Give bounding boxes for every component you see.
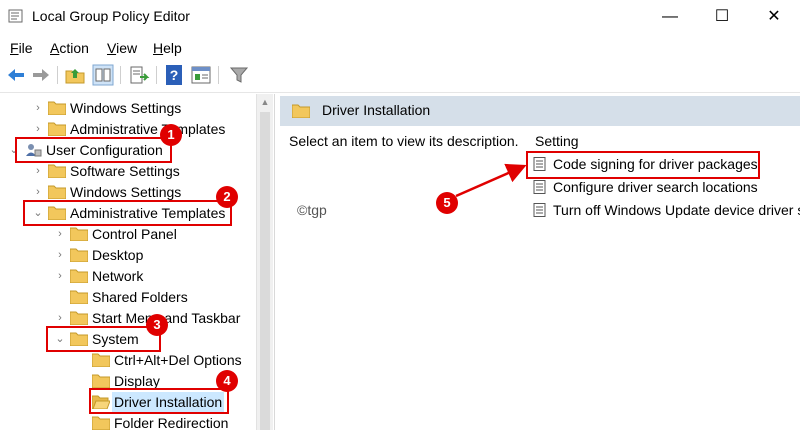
tree-node-label: Software Settings (70, 163, 180, 179)
folder-icon (92, 374, 110, 388)
toolbar-border (0, 92, 800, 93)
tree-node-label: Network (92, 268, 144, 284)
show-hide-tree-icon[interactable] (92, 64, 114, 86)
folder-icon (48, 122, 66, 136)
menu-file[interactable]: File (10, 40, 33, 56)
highlight-box-administrative-templates (23, 200, 232, 226)
chevron-right-icon[interactable]: › (32, 161, 44, 181)
folder-icon (48, 185, 66, 199)
folder-icon (70, 311, 88, 325)
chevron-right-icon[interactable]: › (32, 98, 44, 118)
folder-icon (92, 353, 110, 367)
step-badge-4: 4 (216, 370, 238, 392)
pane-splitter[interactable] (274, 94, 279, 430)
window-title: Local Group Policy Editor (32, 8, 190, 24)
highlight-box-driver-installation (89, 388, 229, 414)
folder-icon (70, 227, 88, 241)
details-header: Driver Installation (280, 96, 800, 126)
folder-icon (70, 269, 88, 283)
toolbar-separator (218, 66, 219, 84)
tree-node-label: Shared Folders (92, 289, 188, 305)
folder-icon (92, 416, 110, 430)
setting-label: Configure driver search locations (553, 179, 758, 195)
step-badge-2: 2 (216, 186, 238, 208)
maximize-button[interactable]: ☐ (696, 0, 748, 34)
highlight-box-code-signing (526, 151, 760, 179)
policy-setting-icon (533, 203, 546, 217)
step-badge-5: 5 (436, 192, 458, 214)
menu-bar: File Action View Help (0, 36, 800, 60)
chevron-right-icon[interactable]: › (54, 245, 66, 265)
folder-icon (48, 101, 66, 115)
folder-icon (48, 164, 66, 178)
filter-icon[interactable] (228, 64, 250, 86)
chevron-right-icon[interactable]: › (54, 308, 66, 328)
tree-node-label: Windows Settings (70, 100, 182, 116)
folder-icon (70, 290, 88, 304)
title-bar: Local Group Policy Editor — ☐ ✕ (0, 0, 800, 34)
tree-node-label: Desktop (92, 247, 144, 263)
step-badge-1: 1 (160, 124, 182, 146)
description-text: Select an item to view its description. (289, 133, 519, 149)
annotation-arrow (455, 163, 527, 198)
policy-setting-icon (533, 180, 546, 194)
toolbar-separator (156, 66, 157, 84)
minimize-button[interactable]: — (644, 0, 696, 34)
tree-scrollbar[interactable]: ▲ (256, 94, 273, 430)
properties-icon[interactable] (190, 64, 212, 86)
toolbar-separator (57, 66, 58, 84)
tree-node-label: Ctrl+Alt+Del Options (114, 352, 242, 368)
scroll-up-arrow-icon[interactable]: ▲ (257, 96, 273, 108)
chevron-right-icon[interactable]: › (54, 266, 66, 286)
setting-label: Turn off Windows Update device driver se (553, 202, 800, 218)
chevron-right-icon[interactable]: › (54, 224, 66, 244)
menu-help[interactable]: Help (153, 40, 182, 56)
back-icon[interactable] (5, 64, 27, 86)
group-policy-app-icon (8, 9, 23, 23)
forward-icon[interactable] (30, 64, 52, 86)
toolbar: ? (0, 62, 800, 90)
help-icon[interactable]: ? (164, 64, 186, 86)
step-badge-3: 3 (146, 314, 168, 336)
close-button[interactable]: ✕ (748, 0, 800, 34)
highlight-box-user-configuration (15, 137, 172, 163)
chevron-right-icon[interactable]: › (32, 182, 44, 202)
highlight-box-system (46, 326, 161, 352)
tree-node-label: Windows Settings (70, 184, 182, 200)
export-list-icon[interactable] (128, 64, 150, 86)
toolbar-separator (120, 66, 121, 84)
chevron-right-icon[interactable]: › (32, 119, 44, 139)
tree-node-label: Control Panel (92, 226, 177, 242)
menu-action[interactable]: Action (50, 40, 89, 56)
up-folder-icon[interactable] (64, 64, 86, 86)
details-header-title: Driver Installation (322, 102, 431, 118)
scrollbar-thumb[interactable] (260, 112, 270, 430)
tree-node-label: Administrative Templates (70, 121, 226, 137)
folder-icon (292, 104, 310, 118)
menu-view[interactable]: View (107, 40, 137, 56)
column-header-setting[interactable]: Setting (535, 133, 579, 149)
watermark: ©tgp (297, 202, 327, 218)
folder-icon (70, 248, 88, 262)
tree-node-label: Folder Redirection (114, 415, 229, 430)
svg-text:?: ? (170, 67, 179, 83)
